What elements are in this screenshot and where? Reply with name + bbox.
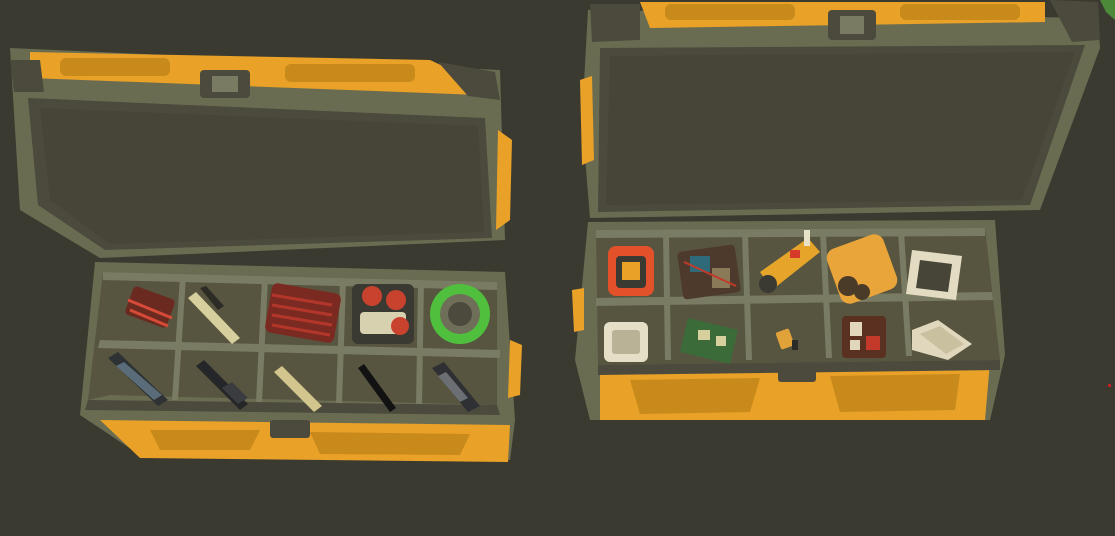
right-crate-lid	[580, 0, 1100, 218]
relay-module-item[interactable]	[842, 316, 886, 358]
circuit-board-item[interactable]	[677, 244, 741, 300]
orange-device-item[interactable]	[608, 246, 654, 296]
game-scene	[0, 0, 1115, 536]
white-frame-item[interactable]	[906, 250, 962, 300]
capacitor-pack-item[interactable]	[352, 284, 414, 344]
left-crate-lid	[10, 48, 512, 258]
green-tape-roll-item[interactable]	[430, 284, 490, 344]
tiny-marker	[1108, 384, 1111, 387]
white-box-item[interactable]	[604, 322, 648, 362]
